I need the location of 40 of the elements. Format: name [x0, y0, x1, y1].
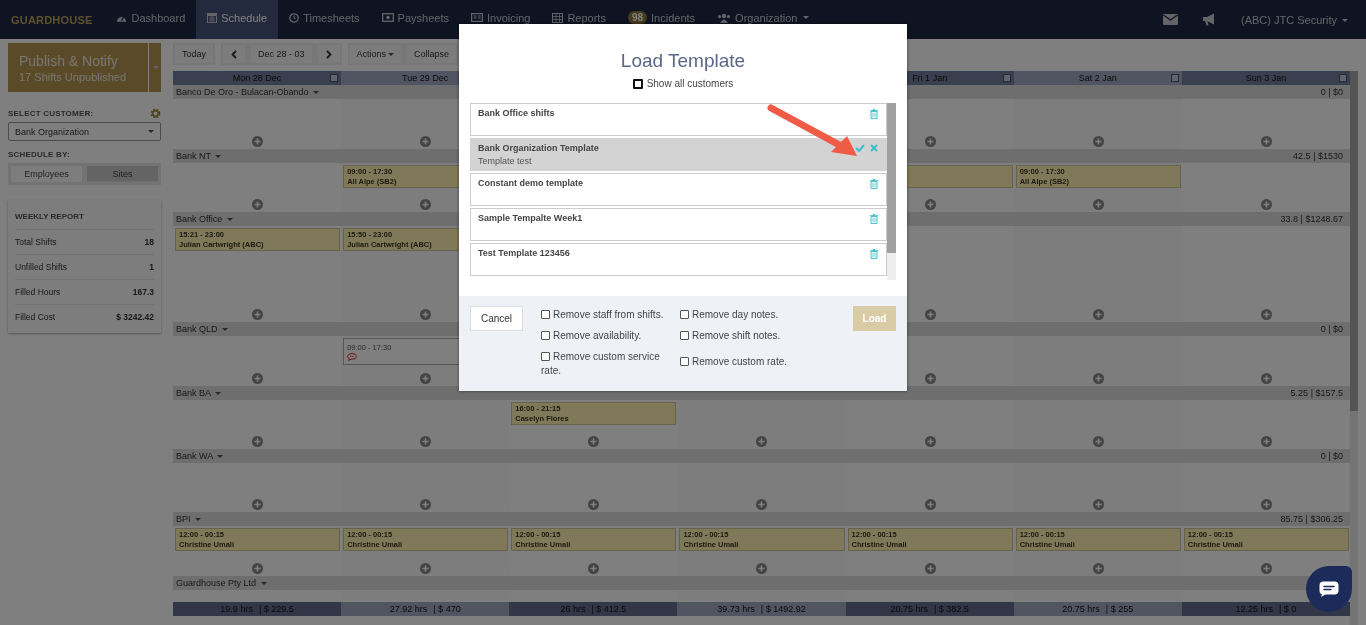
total-cost: | $ 382.5 [933, 604, 969, 614]
total-cost: | $ 255 [1105, 604, 1134, 614]
report-label: Filled Cost [15, 312, 56, 322]
report-value: 167.3 [132, 287, 154, 297]
day-label: Fri 1 Jan [912, 73, 948, 83]
dialog-title: Load Template [620, 50, 746, 72]
count-badge: 98 [627, 11, 648, 24]
day-label: Sat 2 Jan [1078, 73, 1117, 83]
template-name: Test Template 123456 [478, 248, 570, 258]
site-total: 0 | $0 [1320, 324, 1343, 334]
total-hours: 20.75 hrs [1062, 604, 1100, 614]
total-hours: 39.73 hrs [717, 604, 755, 614]
publish-subtitle: 17 Shifts Unpublished [19, 70, 126, 83]
report-value: $ 3242.42 [116, 312, 154, 322]
report-value: 18 [144, 237, 154, 247]
template-name: Bank Office shifts [478, 108, 555, 118]
site-total: 0 | $0 [1320, 87, 1343, 97]
total-cost: | $ 412.5 [591, 604, 627, 614]
publish-title: Publish & Notify [19, 52, 118, 69]
site-total: 33.8 | $1248.67 [1280, 214, 1343, 224]
report-label: Total Shifts [15, 237, 57, 247]
report-label: Unfilled Shifts [15, 262, 67, 272]
template-description: Template test [478, 156, 533, 166]
field-label: SCHEDULE BY: [8, 150, 71, 159]
report-value: 1 [149, 262, 154, 272]
site-total: 5.25 | $157.5 [1290, 388, 1343, 398]
total-cost: | $ 470 [433, 604, 461, 614]
site-total: 85.75 | $306.25 [1280, 514, 1343, 524]
report-label: Filled Hours [15, 287, 61, 297]
total-cost: | $ 229.5 [258, 604, 294, 614]
day-label: Tue 29 Dec [402, 73, 449, 83]
template-name: Bank Organization Template [478, 143, 599, 153]
total-cost: | $ 1492.92 [760, 604, 806, 614]
site-total: 0 | $0 [1320, 451, 1343, 461]
total-hours: 27.92 hrs [389, 604, 428, 614]
template-name: Sample Tempalte Week1 [478, 213, 583, 223]
day-label: Sun 3 Jan [1245, 73, 1287, 83]
site-total: 42.5 | $1530 [1293, 151, 1343, 161]
field-label: SELECT CUSTOMER: [8, 109, 94, 118]
report-title: WEEKLY REPORT [15, 212, 154, 230]
